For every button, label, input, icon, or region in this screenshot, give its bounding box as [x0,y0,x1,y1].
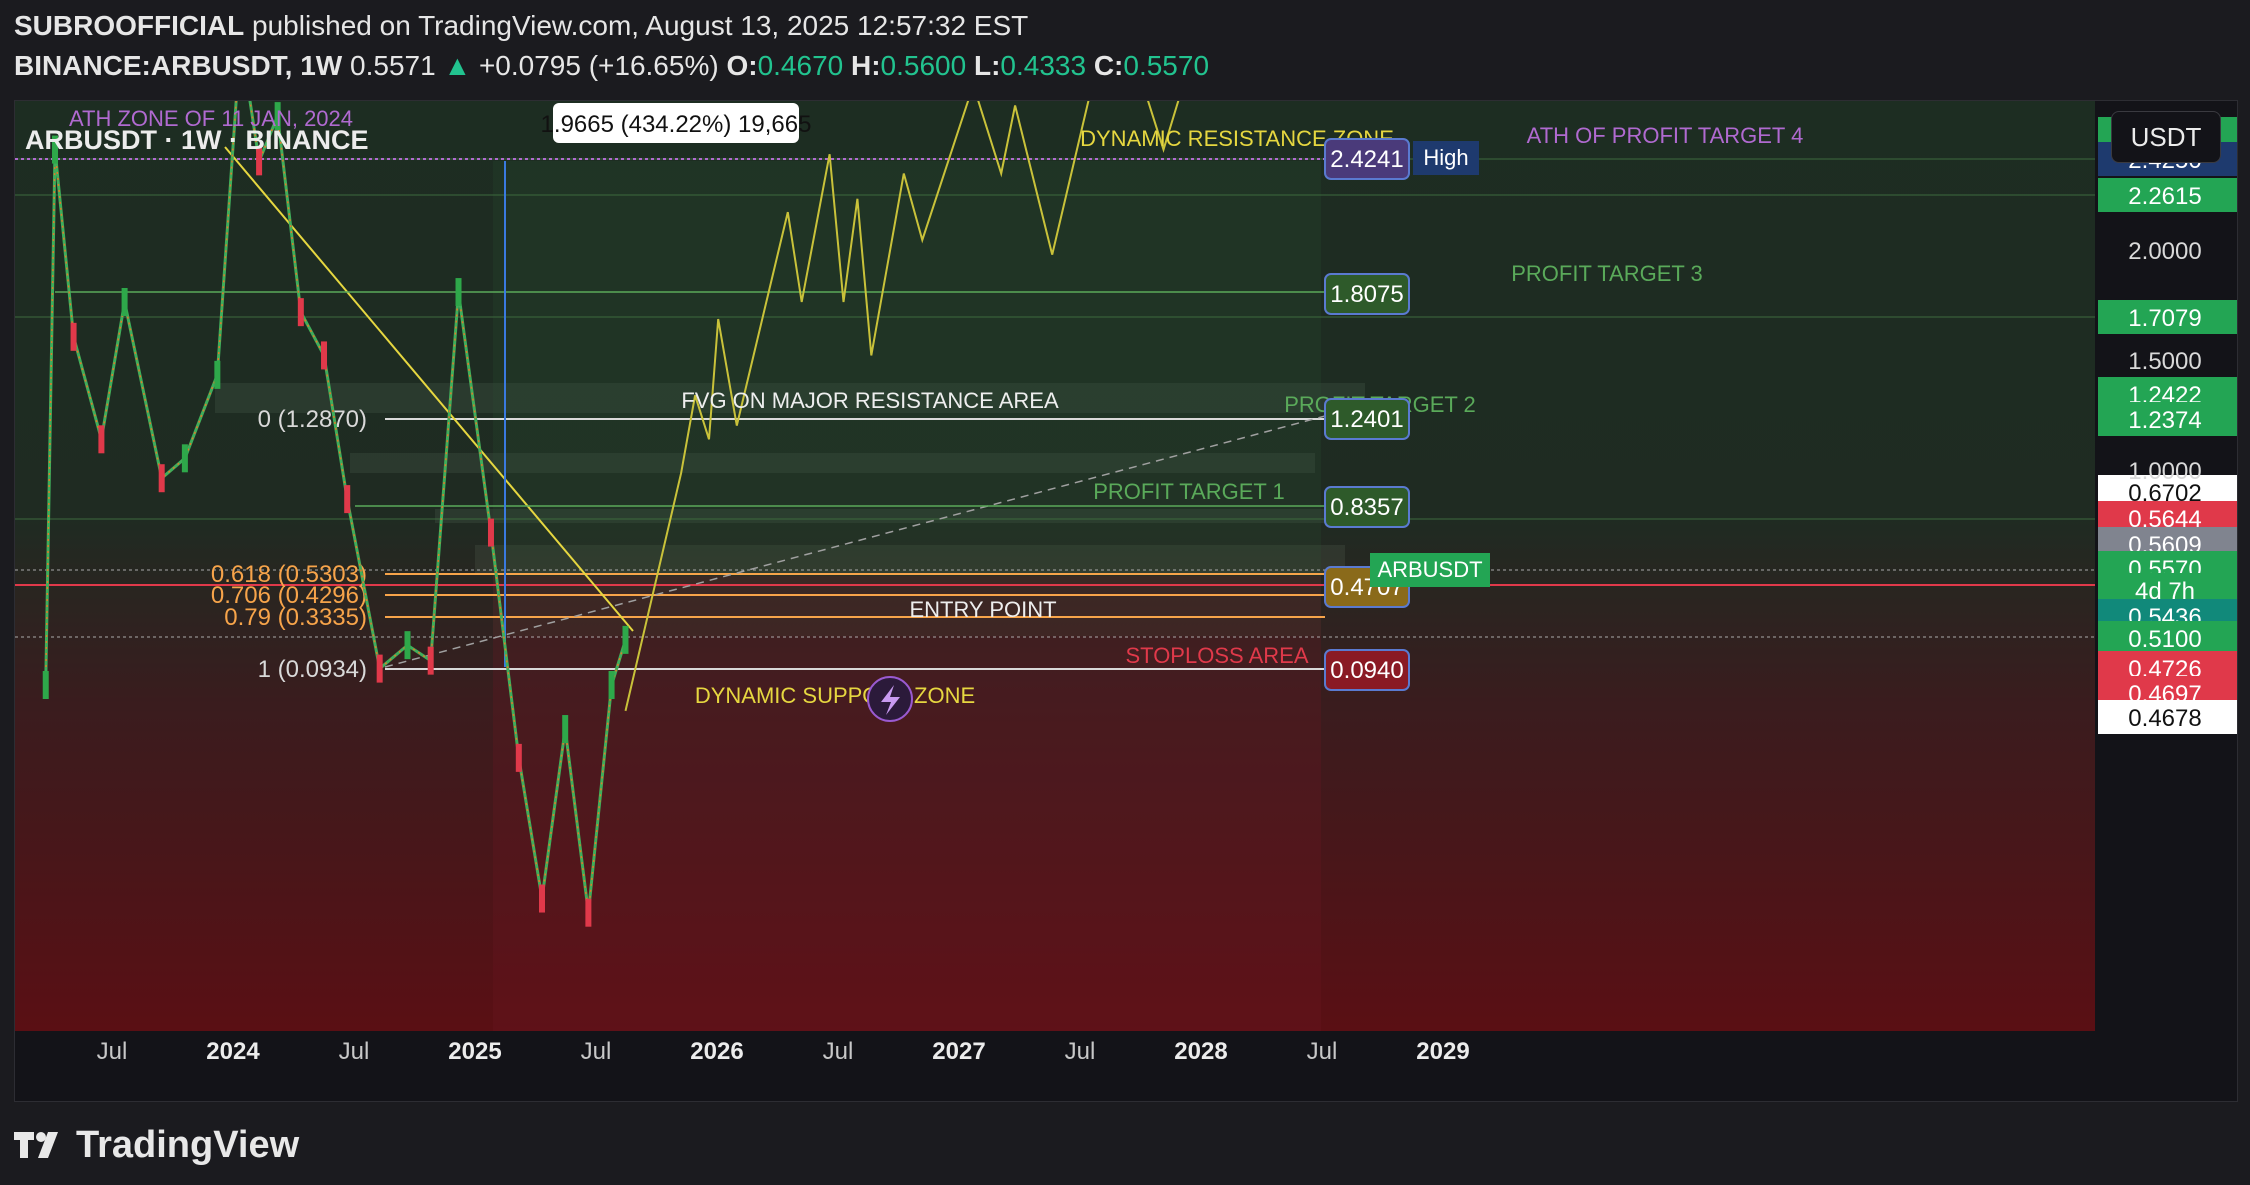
price-candle [539,884,546,913]
close-value: 0.5570 [1123,50,1210,81]
target-box-label-3: 0.8357 [1330,494,1403,521]
price-candle [70,322,77,351]
price-candle [297,298,304,327]
target-box-label-2: 1.2401 [1330,406,1403,433]
publisher-name: SUBROOFFICIAL [14,10,245,41]
y-tick-0: 2.0000 [2128,238,2201,265]
chart-title: ARBUSDT · 1W · BINANCE [25,125,369,155]
up-arrow-icon: ▲ [443,50,472,81]
price-candle [585,898,592,927]
annotation-4: FVG ON MAJOR RESISTANCE AREA [681,388,1059,413]
time-axis [15,1031,2095,1101]
y-tick-2: 1.0000 [2128,458,2201,485]
price-candle [562,715,569,744]
price-candle [158,464,165,493]
high-value: 0.5600 [880,50,967,81]
axis-label-5: 1.2374 [2128,407,2201,434]
x-tick-4: Jul [581,1038,612,1065]
price-candle [121,287,128,316]
fib-label-0: 0 (1.2870) [258,406,367,433]
price-candle [608,671,615,699]
brand-name: TradingView [76,1123,300,1166]
fib-label-4: 1 (0.0934) [258,656,367,683]
annotation-8: STOPLOSS AREA [1125,643,1308,668]
annotation-3: PROFIT TARGET 3 [1511,261,1703,286]
x-tick-6: Jul [823,1038,854,1065]
price-candle [181,444,188,473]
chart-area[interactable]: 0 (1.2870) 0.618 (0.5303) 0.706 (0.4296) 0.… [14,11,2238,1102]
price-candle [487,518,494,547]
axis-label-2: 2.2615 [2128,183,2201,210]
symbol-tag-label: ARBUSDT [1377,557,1482,582]
low-value: 0.4333 [1000,50,1087,81]
price-candle [427,646,434,675]
axis-label-12: 0.5100 [2128,626,2201,653]
x-tick-8: Jul [1065,1038,1096,1065]
target-box-label-0: 2.4241 [1330,146,1403,173]
y-tick-1: 1.5000 [2128,348,2201,375]
symbol-info: BINANCE:ARBUSDT, 1W 0.5571 ▲ +0.0795 (+1… [14,50,1210,81]
x-tick-11: 2029 [1416,1038,1469,1065]
x-tick-0: Jul [97,1038,128,1065]
x-tick-7: 2027 [932,1038,985,1065]
annotation-6: PROFIT TARGET 1 [1093,479,1285,504]
price-candle [515,743,522,772]
last-price: 0.5571 [350,50,436,81]
price-candle [321,341,328,370]
price-candle [98,425,105,454]
publish-info: SUBROOFFICIAL published on TradingView.c… [14,10,1028,42]
tradingview-logo-icon [14,1132,58,1158]
x-tick-5: 2026 [690,1038,743,1065]
price-chart[interactable]: 0 (1.2870)0.618 (0.5303)0.706 (0.4296)0.… [15,11,2237,1101]
price-candle [214,360,221,389]
annotation-7: ENTRY POINT [909,597,1056,622]
axis-label-3: 1.7079 [2128,305,2201,332]
tradingview-logo[interactable]: TradingView [14,1120,299,1170]
price-change: +0.0795 (+16.65%) [478,50,719,81]
annotation-2: ATH OF PROFIT TARGET 4 [1527,123,1804,148]
target-box-label-1: 1.8075 [1330,281,1403,308]
x-tick-10: Jul [1307,1038,1338,1065]
high-tag-label: High [1423,145,1468,170]
price-candle [344,485,351,514]
axis-label-15: 0.4678 [2128,705,2201,732]
x-tick-2: Jul [339,1038,370,1065]
measure-label: 1.9665 (434.22%) 19,665 [541,111,812,138]
x-tick-9: 2028 [1174,1038,1227,1065]
price-candle [376,654,383,683]
x-tick-3: 2025 [448,1038,501,1065]
price-candle [622,625,629,654]
price-candle [404,631,411,660]
currency-button[interactable]: USDT [2111,111,2221,163]
annotation-9: DYNAMIC SUPPORT ZONE [695,683,975,708]
price-candle [42,671,49,699]
published-text: published on TradingView.com, August 13,… [252,10,1029,41]
fib-label-3: 0.79 (0.3335) [224,604,367,631]
open-value: 0.4670 [757,50,844,81]
target-box-label-5: 0.0940 [1330,657,1403,684]
x-tick-1: 2024 [206,1038,260,1065]
symbol-name: BINANCE:ARBUSDT, 1W [14,50,343,81]
price-candle [455,278,462,307]
